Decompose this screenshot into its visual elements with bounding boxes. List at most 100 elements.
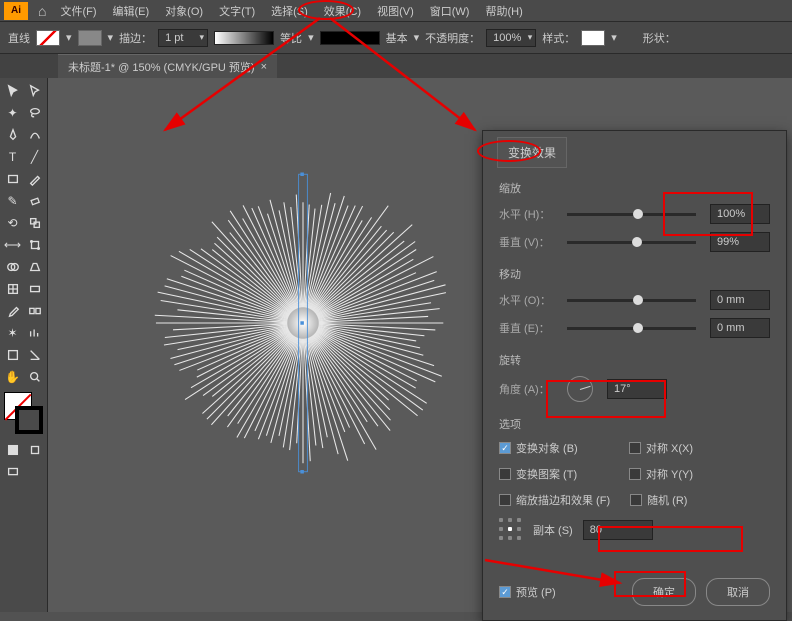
hand-tool[interactable]: ✋: [2, 366, 23, 387]
options-section: 选项 ✓变换对象 (B) 对称 X(X) 变换图案 (T) 对称 Y(Y) 缩放…: [499, 416, 770, 542]
move-h-slider[interactable]: [567, 299, 696, 302]
chevron-down-icon[interactable]: ▾: [66, 31, 72, 44]
stroke-swatch[interactable]: [78, 30, 102, 46]
color-mode[interactable]: [2, 439, 23, 460]
transform-objects-checkbox[interactable]: ✓变换对象 (B): [499, 440, 609, 456]
rotate-tool[interactable]: ⟲: [2, 212, 23, 233]
copies-value[interactable]: 80: [583, 520, 653, 540]
rotate-title: 旋转: [499, 352, 770, 368]
angle-dial[interactable]: [567, 376, 593, 402]
stroke-color[interactable]: [15, 406, 43, 434]
chevron-down-icon[interactable]: ▾: [108, 31, 114, 44]
selection-type: 直线: [8, 30, 30, 46]
fill-stroke-control[interactable]: [4, 392, 43, 434]
opacity-label: 不透明度：: [425, 30, 480, 46]
pen-tool[interactable]: [2, 124, 23, 145]
menu-help[interactable]: 帮助(H): [477, 0, 530, 22]
slice-tool[interactable]: [24, 344, 45, 365]
move-h-label: 水平 (O)：: [499, 292, 559, 308]
menu-select[interactable]: 选择(S): [263, 0, 316, 22]
angle-label: 角度 (A)：: [499, 381, 559, 397]
brush-tool[interactable]: [24, 168, 45, 189]
options-title: 选项: [499, 416, 770, 432]
ok-button[interactable]: 确定: [632, 578, 696, 606]
scale-section: 缩放 水平 (H)： 100% 垂直 (V)： 99%: [499, 180, 770, 252]
scale-v-value[interactable]: 99%: [710, 232, 770, 252]
scale-v-label: 垂直 (V)：: [499, 234, 559, 250]
stroke-weight-input[interactable]: 1 pt: [158, 29, 208, 47]
mirror-y-checkbox[interactable]: 对称 Y(Y): [629, 466, 739, 482]
graph-tool[interactable]: [24, 322, 45, 343]
line-tool[interactable]: ╱: [24, 146, 45, 167]
app-logo: Ai: [4, 2, 28, 20]
preview-checkbox[interactable]: ✓预览 (P): [499, 584, 609, 600]
chevron-down-icon[interactable]: ▾: [611, 31, 617, 44]
home-icon[interactable]: ⌂: [38, 3, 46, 19]
eyedropper-tool[interactable]: [2, 300, 23, 321]
width-profile[interactable]: [214, 31, 274, 45]
menu-file[interactable]: 文件(F): [52, 0, 104, 22]
menu-edit[interactable]: 编辑(E): [105, 0, 158, 22]
rectangle-tool[interactable]: [2, 168, 23, 189]
chevron-down-icon[interactable]: ▾: [414, 31, 420, 44]
shape-builder-tool[interactable]: [2, 256, 23, 277]
selection-tool[interactable]: [2, 80, 23, 101]
rotate-section: 旋转 角度 (A)： 17°: [499, 352, 770, 402]
lasso-tool[interactable]: [24, 102, 45, 123]
control-toolbar: 直线 ▾ ▾ 描边： 1 pt 等比 ▾ 基本 ▾ 不透明度： 100% 样式：…: [0, 22, 792, 54]
screen-mode[interactable]: [2, 461, 23, 482]
move-h-value[interactable]: 0 mm: [710, 290, 770, 310]
reference-point[interactable]: [499, 518, 523, 542]
profile-label: 等比: [280, 30, 302, 46]
angle-value[interactable]: 17°: [607, 379, 667, 399]
eraser-tool[interactable]: [24, 190, 45, 211]
type-tool[interactable]: T: [2, 146, 23, 167]
fill-swatch[interactable]: [36, 30, 60, 46]
brush-label: 基本: [386, 30, 408, 46]
menu-type[interactable]: 文字(T): [211, 0, 263, 22]
style-swatch[interactable]: [581, 30, 605, 46]
move-v-value[interactable]: 0 mm: [710, 318, 770, 338]
blend-tool[interactable]: [24, 300, 45, 321]
stroke-label: 描边：: [119, 30, 152, 46]
perspective-tool[interactable]: [24, 256, 45, 277]
scale-h-label: 水平 (H)：: [499, 206, 559, 222]
close-icon[interactable]: ×: [261, 61, 267, 73]
menu-object[interactable]: 对象(O): [157, 0, 211, 22]
draw-mode[interactable]: [24, 439, 45, 460]
brush-profile[interactable]: [320, 31, 380, 45]
chevron-down-icon[interactable]: ▾: [308, 31, 314, 44]
mesh-tool[interactable]: [2, 278, 23, 299]
menu-view[interactable]: 视图(V): [369, 0, 422, 22]
copies-label: 副本 (S): [533, 522, 573, 538]
toolbox: ✦ T ╱ ✎ ⟲ ⟷ ✶ ✋: [0, 78, 48, 612]
menu-effect[interactable]: 效果(C): [316, 0, 369, 22]
cancel-button[interactable]: 取消: [706, 578, 770, 606]
direct-selection-tool[interactable]: [24, 80, 45, 101]
menu-window[interactable]: 窗口(W): [422, 0, 478, 22]
move-section: 移动 水平 (O)： 0 mm 垂直 (E)： 0 mm: [499, 266, 770, 338]
scale-v-slider[interactable]: [567, 241, 696, 244]
scale-h-value[interactable]: 100%: [710, 204, 770, 224]
gradient-tool[interactable]: [24, 278, 45, 299]
free-transform-tool[interactable]: [24, 234, 45, 255]
random-checkbox[interactable]: 随机 (R): [630, 492, 740, 508]
move-v-label: 垂直 (E)：: [499, 320, 559, 336]
scale-h-slider[interactable]: [567, 213, 696, 216]
magic-wand-tool[interactable]: ✦: [2, 102, 23, 123]
mirror-x-checkbox[interactable]: 对称 X(X): [629, 440, 739, 456]
document-tab[interactable]: 未标题-1* @ 150% (CMYK/GPU 预览) ×: [58, 54, 277, 79]
curvature-tool[interactable]: [24, 124, 45, 145]
symbol-sprayer-tool[interactable]: ✶: [2, 322, 23, 343]
scale-strokes-checkbox[interactable]: 缩放描边和效果 (F): [499, 492, 610, 508]
scale-tool[interactable]: [24, 212, 45, 233]
move-title: 移动: [499, 266, 770, 282]
move-v-slider[interactable]: [567, 327, 696, 330]
transform-patterns-checkbox[interactable]: 变换图案 (T): [499, 466, 609, 482]
style-label: 样式：: [542, 30, 575, 46]
shaper-tool[interactable]: ✎: [2, 190, 23, 211]
artboard-tool[interactable]: [2, 344, 23, 365]
width-tool[interactable]: ⟷: [2, 234, 23, 255]
opacity-input[interactable]: 100%: [486, 29, 536, 47]
zoom-tool[interactable]: [24, 366, 45, 387]
